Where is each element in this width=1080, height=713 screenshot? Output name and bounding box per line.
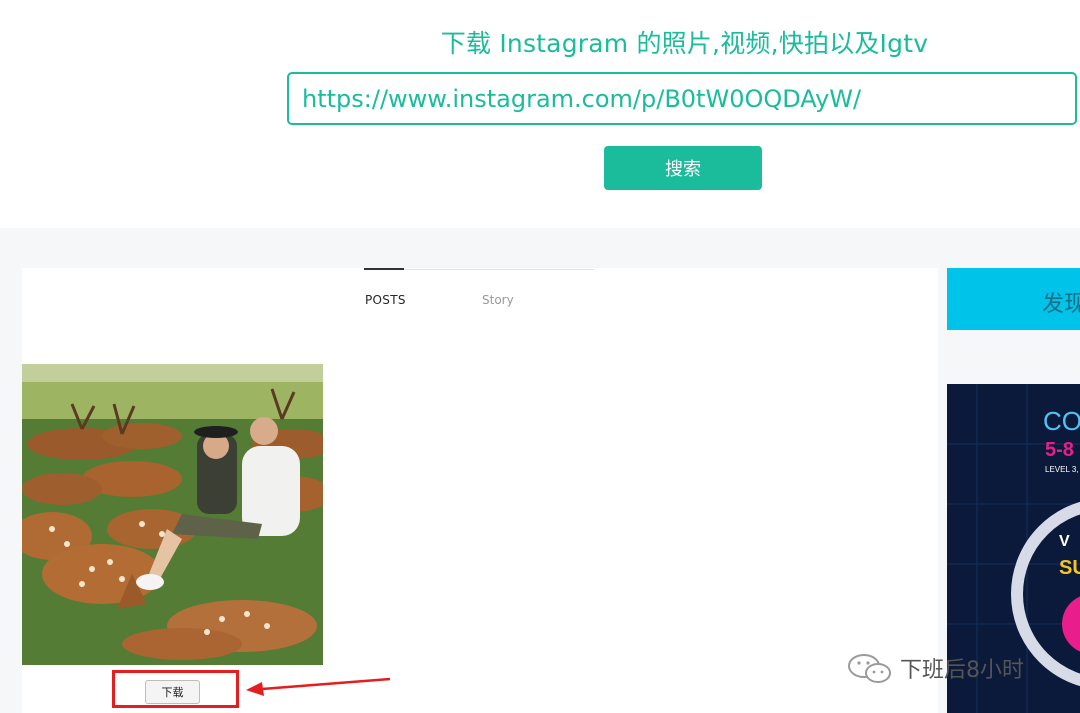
watermark-text: 下班后8小时 xyxy=(900,658,1024,683)
url-input[interactable] xyxy=(287,72,1077,125)
ad-line-5: SU xyxy=(1059,557,1080,579)
search-panel: 下载 Instagram 的照片,视频,快拍以及Igtv 搜索 xyxy=(0,0,1080,228)
ad-line-3: LEVEL 3, xyxy=(1045,465,1079,474)
page-title: 下载 Instagram 的照片,视频,快拍以及Igtv xyxy=(440,29,929,58)
ad-banner-text: 发现 xyxy=(1042,292,1080,317)
ad-line-1: CO xyxy=(1043,406,1080,436)
arrow-annotation xyxy=(246,677,391,696)
tab-story[interactable]: Story xyxy=(482,293,514,307)
tab-posts[interactable]: POSTS xyxy=(365,293,406,307)
watermark: 下班后8小时 xyxy=(846,648,1024,688)
ad-line-4: V xyxy=(1059,533,1070,550)
ad-banner[interactable]: 发现 xyxy=(947,268,1080,330)
wechat-icon xyxy=(848,654,891,683)
highlight-annotation xyxy=(112,670,239,708)
post-image xyxy=(22,364,323,665)
search-button[interactable]: 搜索 xyxy=(604,146,762,190)
ad-line-2: 5-8 xyxy=(1045,439,1074,461)
active-tab-indicator xyxy=(364,268,404,270)
